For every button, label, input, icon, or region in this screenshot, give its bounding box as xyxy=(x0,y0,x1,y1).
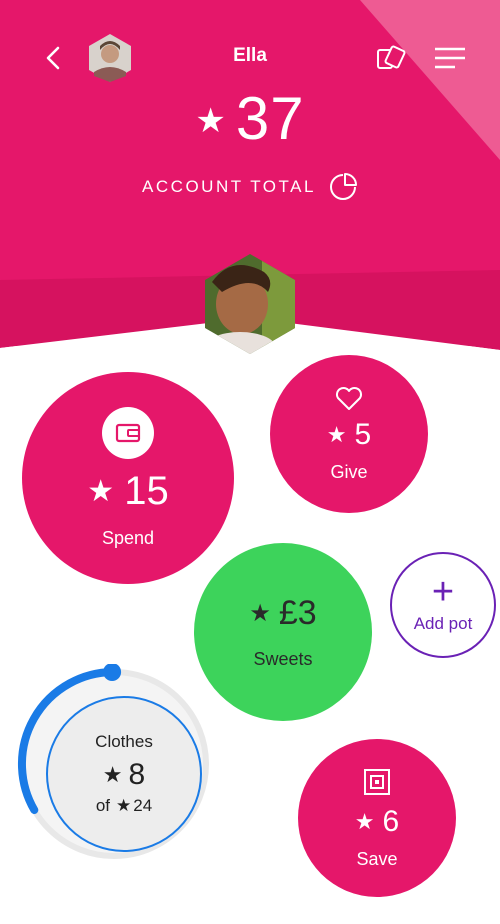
pot-clothes-target: of ★ 24 xyxy=(96,796,152,816)
target-amount: 24 xyxy=(133,796,153,815)
cards-icon xyxy=(377,45,406,69)
add-pot-button[interactable]: + Add pot xyxy=(390,552,496,658)
pie-chart-icon[interactable] xyxy=(328,172,358,202)
pot-spend-label: Spend xyxy=(101,528,155,548)
account-total-value: ★ 37 xyxy=(0,84,500,153)
pot-give-value: ★ 5 xyxy=(327,418,371,452)
star-icon: ★ xyxy=(326,421,347,447)
pot-clothes[interactable]: Clothes ★ 8 of ★ 24 xyxy=(46,696,202,852)
pot-save[interactable]: ★ 6 Save xyxy=(298,739,456,897)
pot-sweets-value: ★ £3 xyxy=(249,594,316,633)
pot-spend-value: ★ 15 xyxy=(87,469,168,514)
pot-give-amount: 5 xyxy=(354,417,372,451)
star-icon: ★ xyxy=(116,796,132,815)
star-icon: ★ xyxy=(102,762,123,787)
pot-sweets-label: Sweets xyxy=(253,649,313,669)
pot-give-label: Give xyxy=(330,461,368,482)
account-total-row[interactable]: ACCOUNT TOTAL xyxy=(0,172,500,202)
pot-clothes-container[interactable]: Clothes ★ 8 of ★ 24 xyxy=(14,664,214,864)
menu-button[interactable] xyxy=(430,40,470,76)
total-amount: 37 xyxy=(235,85,305,152)
child-avatar[interactable] xyxy=(202,252,298,356)
pot-save-amount: 6 xyxy=(382,804,400,838)
pot-save-value: ★ 6 xyxy=(355,805,399,839)
star-icon: ★ xyxy=(87,475,115,508)
pot-spend-amount: 15 xyxy=(124,469,169,513)
cards-button[interactable] xyxy=(372,40,408,76)
pot-sweets[interactable]: ★ £3 Sweets xyxy=(194,543,372,721)
safe-icon xyxy=(364,768,390,795)
add-pot-label: Add pot xyxy=(413,614,473,633)
star-icon: ★ xyxy=(354,808,375,834)
menu-icon xyxy=(435,47,465,69)
wallet-icon xyxy=(115,423,141,443)
pot-save-label: Save xyxy=(356,848,398,869)
pot-sweets-amount: £3 xyxy=(278,594,317,632)
child-name-title: Ella xyxy=(233,45,267,66)
wallet-icon-badge xyxy=(102,407,154,459)
star-icon: ★ xyxy=(249,600,271,627)
star-icon: ★ xyxy=(195,101,226,140)
account-total-label: ACCOUNT TOTAL xyxy=(142,177,316,196)
pot-clothes-value: ★ 8 xyxy=(103,758,145,792)
of-label: of xyxy=(95,796,110,815)
pot-clothes-label: Clothes xyxy=(95,732,153,751)
heart-icon xyxy=(335,386,363,410)
pot-clothes-amount: 8 xyxy=(128,758,146,791)
pot-spend[interactable]: ★ 15 Spend xyxy=(22,372,234,584)
plus-icon: + xyxy=(431,571,455,613)
pot-give[interactable]: ★ 5 Give xyxy=(270,355,428,513)
